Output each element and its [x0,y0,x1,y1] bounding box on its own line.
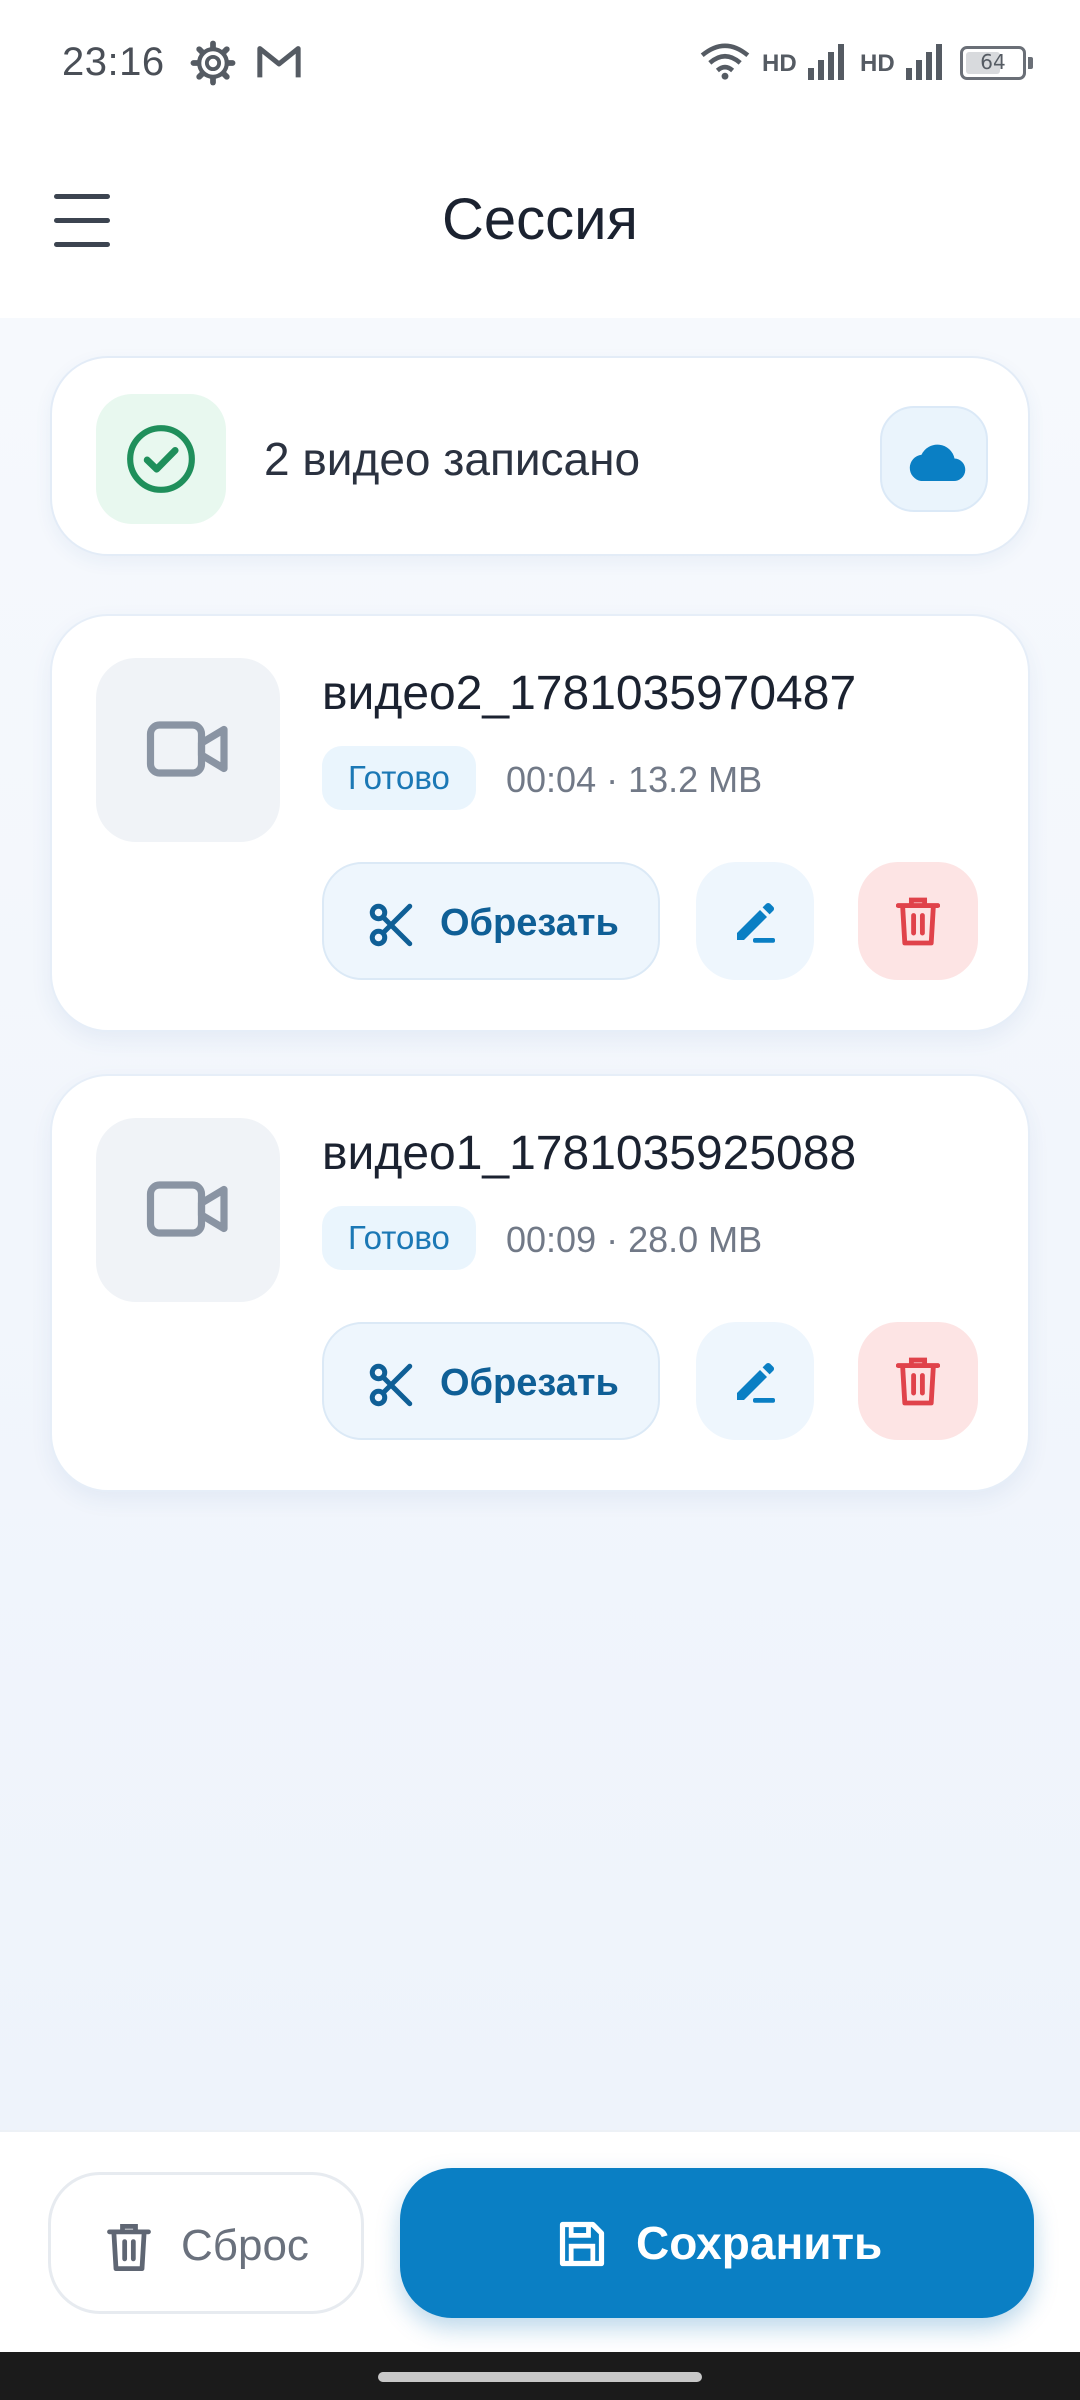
video-camera-icon [146,1181,228,1237]
video-thumbnail[interactable] [96,1118,280,1302]
status-time: 23:16 [62,40,165,84]
session-summary-card: 2 видео записано [50,356,1030,556]
trim-button[interactable]: Обрезать [322,862,660,980]
status-badge: Готово [322,1206,476,1270]
video-name: видео2_1781035970487 [322,667,857,720]
gmail-icon [257,46,301,78]
cloud-upload-button[interactable] [880,406,988,512]
network-type-label: HD [860,50,895,77]
recorded-count-text: 2 видео записано [264,433,641,485]
trim-button-label: Обрезать [440,902,619,944]
status-badge: Готово [322,746,476,810]
network-type-label: HD [762,50,797,77]
signal-icon [808,44,844,80]
reset-button-label: Сброс [181,2221,309,2270]
video-card: видео2_1781035970487 Готово 00:04 · 13.2… [50,614,1030,1032]
app-bar: Сессия [0,126,1080,318]
trash-icon [896,1357,940,1406]
delete-button[interactable] [858,862,978,980]
video-card: видео1_1781035925088 Готово 00:09 · 28.0… [50,1074,1030,1492]
pencil-icon [737,902,775,943]
reset-button[interactable]: Сброс [48,2172,364,2314]
wifi-icon [700,43,750,80]
status-bar: 23:16 HD HD 64 [0,0,1080,126]
trash-icon [896,897,940,946]
trash-icon [107,2224,151,2272]
bottom-action-bar: Сброс Сохранить [0,2130,1080,2352]
system-nav-bar [0,2352,1080,2400]
scissors-icon [369,903,413,947]
video-camera-icon [146,721,228,777]
trim-button[interactable]: Обрезать [322,1322,660,1440]
rename-button[interactable] [696,1322,814,1440]
battery-icon: 64 [960,46,1033,80]
pencil-icon [737,1362,775,1403]
gear-icon [190,40,236,86]
signal-icon [906,44,942,80]
session-content: 2 видео записано видео2_1781035970487 Го… [0,318,1080,2130]
delete-button[interactable] [858,1322,978,1440]
video-thumbnail[interactable] [96,658,280,842]
cloud-icon [909,444,966,482]
video-name: видео1_1781035925088 [322,1127,857,1180]
page-title: Сессия [442,187,638,252]
home-gesture-handle[interactable] [378,2372,702,2382]
rename-button[interactable] [696,862,814,980]
summary-status-badge [96,394,226,524]
save-button[interactable]: Сохранить [400,2168,1034,2318]
video-meta: 00:09 · 28.0 MB [506,1219,763,1260]
battery-level: 64 [980,50,1006,74]
video-meta: 00:04 · 13.2 MB [506,759,763,800]
scissors-icon [369,1363,413,1407]
trim-button-label: Обрезать [440,1362,619,1404]
check-circle-icon [127,425,195,493]
floppy-disk-icon [559,2221,605,2267]
save-button-label: Сохранить [636,2217,883,2269]
